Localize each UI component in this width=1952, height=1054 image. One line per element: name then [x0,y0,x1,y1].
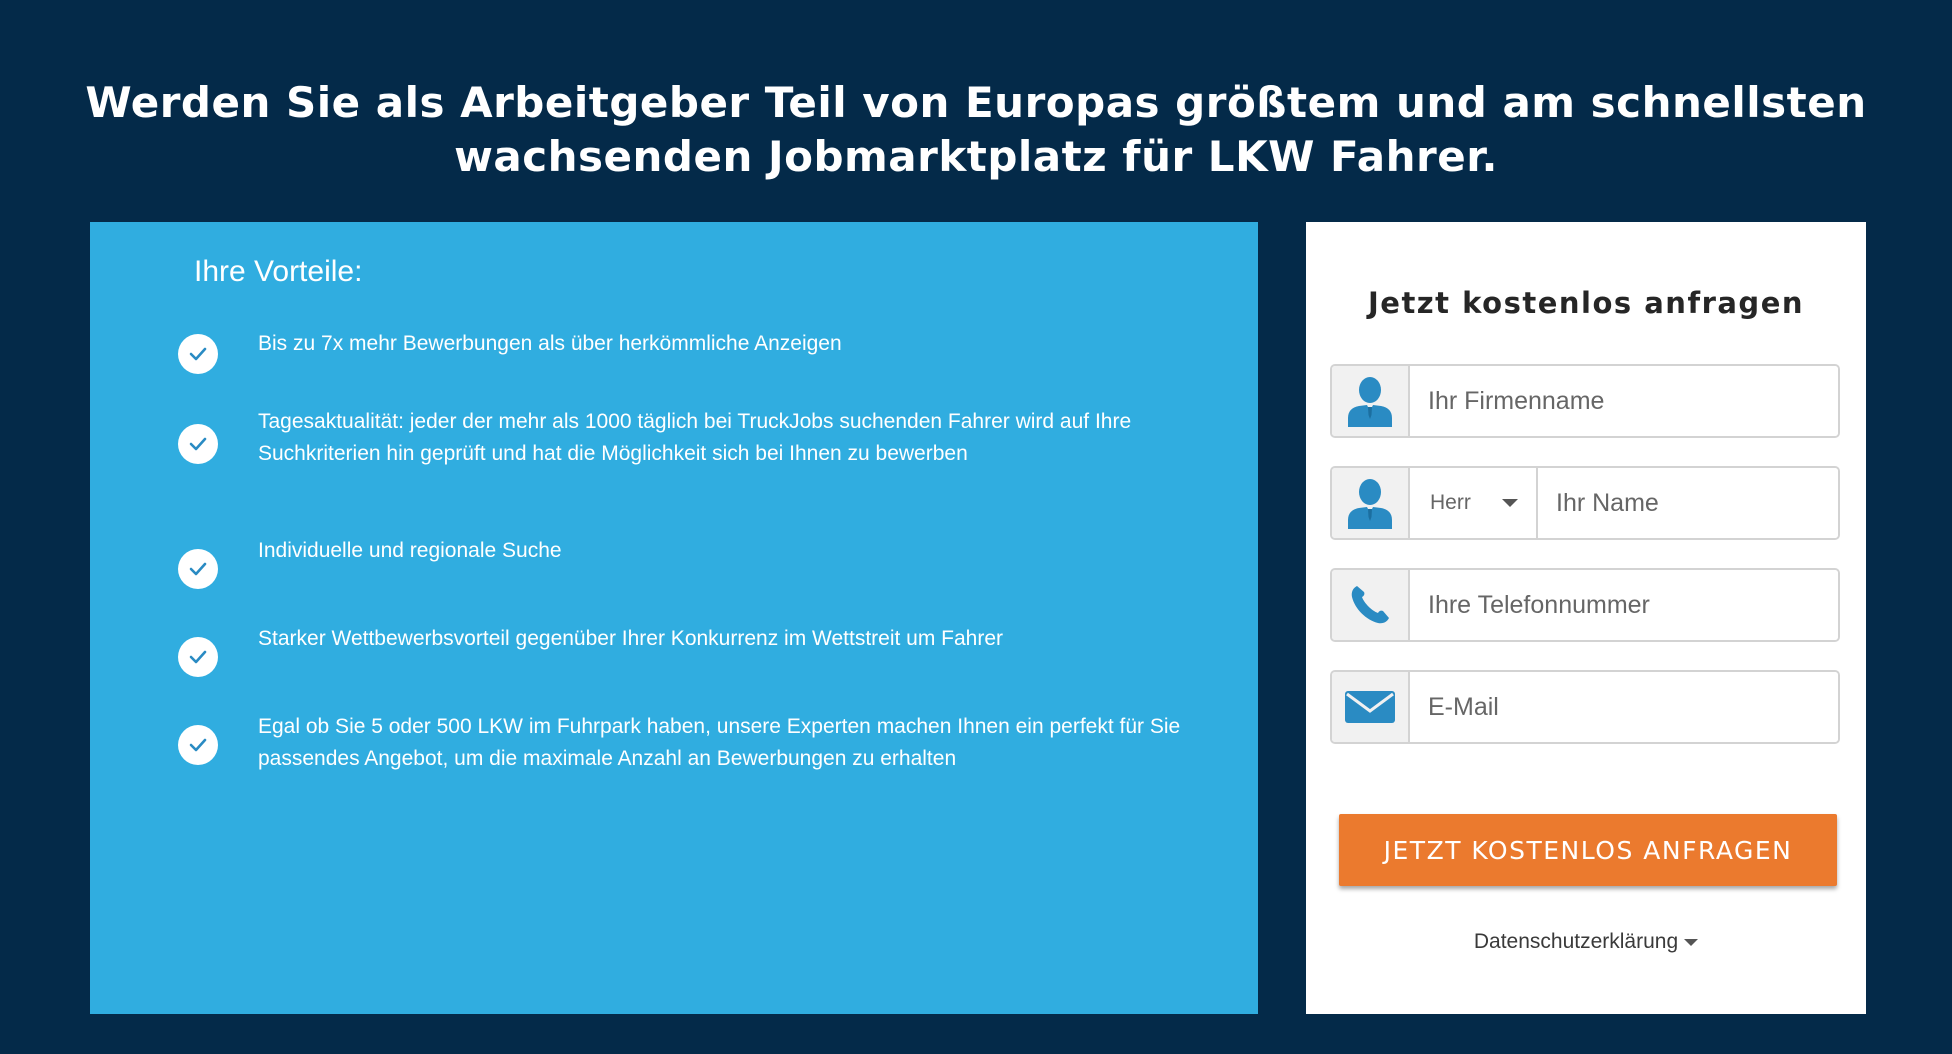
person-icon [1332,366,1410,436]
phone-field [1330,568,1840,642]
email-field [1330,670,1840,744]
submit-button[interactable]: JETZT KOSTENLOS ANFRAGEN [1339,814,1837,886]
headline-line-1: Werden Sie als Arbeitgeber Teil von Euro… [85,78,1867,127]
privacy-label: Datenschutzerklärung [1473,930,1679,953]
form-title: Jetzt kostenlos anfragen [1367,286,1805,320]
headline-line-2: wachsenden Jobmarktplatz für LKW Fahrer. [454,132,1498,181]
salutation-select[interactable]: Herr [1410,468,1538,538]
email-input[interactable] [1410,672,1838,742]
phone-input[interactable] [1410,570,1838,640]
privacy-link[interactable]: Datenschutzerklärung [1306,928,1866,956]
chevron-down-icon [1502,499,1518,507]
benefits-panel: Ihre Vorteile: Bis zu 7x mehr Bewerbunge… [90,222,1258,1014]
benefit-text: Egal ob Sie 5 oder 500 LKW im Fuhrpark h… [258,715,1181,770]
benefit-text: Bis zu 7x mehr Bewerbungen als über herk… [258,332,842,355]
name-input[interactable] [1538,468,1838,538]
page-headline: Werden Sie als Arbeitgeber Teil von Euro… [0,76,1952,184]
benefit-text: Individuelle und regionale Suche [258,539,562,562]
check-icon [178,424,218,464]
chevron-down-icon [1684,938,1699,946]
benefits-title: Ihre Vorteile: [194,255,363,288]
envelope-icon [1332,672,1410,742]
salutation-value: Herr [1430,491,1471,514]
check-icon [178,549,218,589]
check-icon [178,725,218,765]
check-icon [178,637,218,677]
person-icon [1332,468,1410,538]
benefit-text: Starker Wettbewerbsvorteil gegenüber Ihr… [258,627,1004,650]
contact-form: Jetzt kostenlos anfragen Herr [1306,222,1866,1014]
phone-icon [1332,570,1410,640]
check-icon [178,334,218,374]
name-field: Herr [1330,466,1840,540]
company-input[interactable] [1410,366,1838,436]
benefit-text: Tagesaktualität: jeder der mehr als 1000… [258,410,1132,465]
company-field [1330,364,1840,438]
